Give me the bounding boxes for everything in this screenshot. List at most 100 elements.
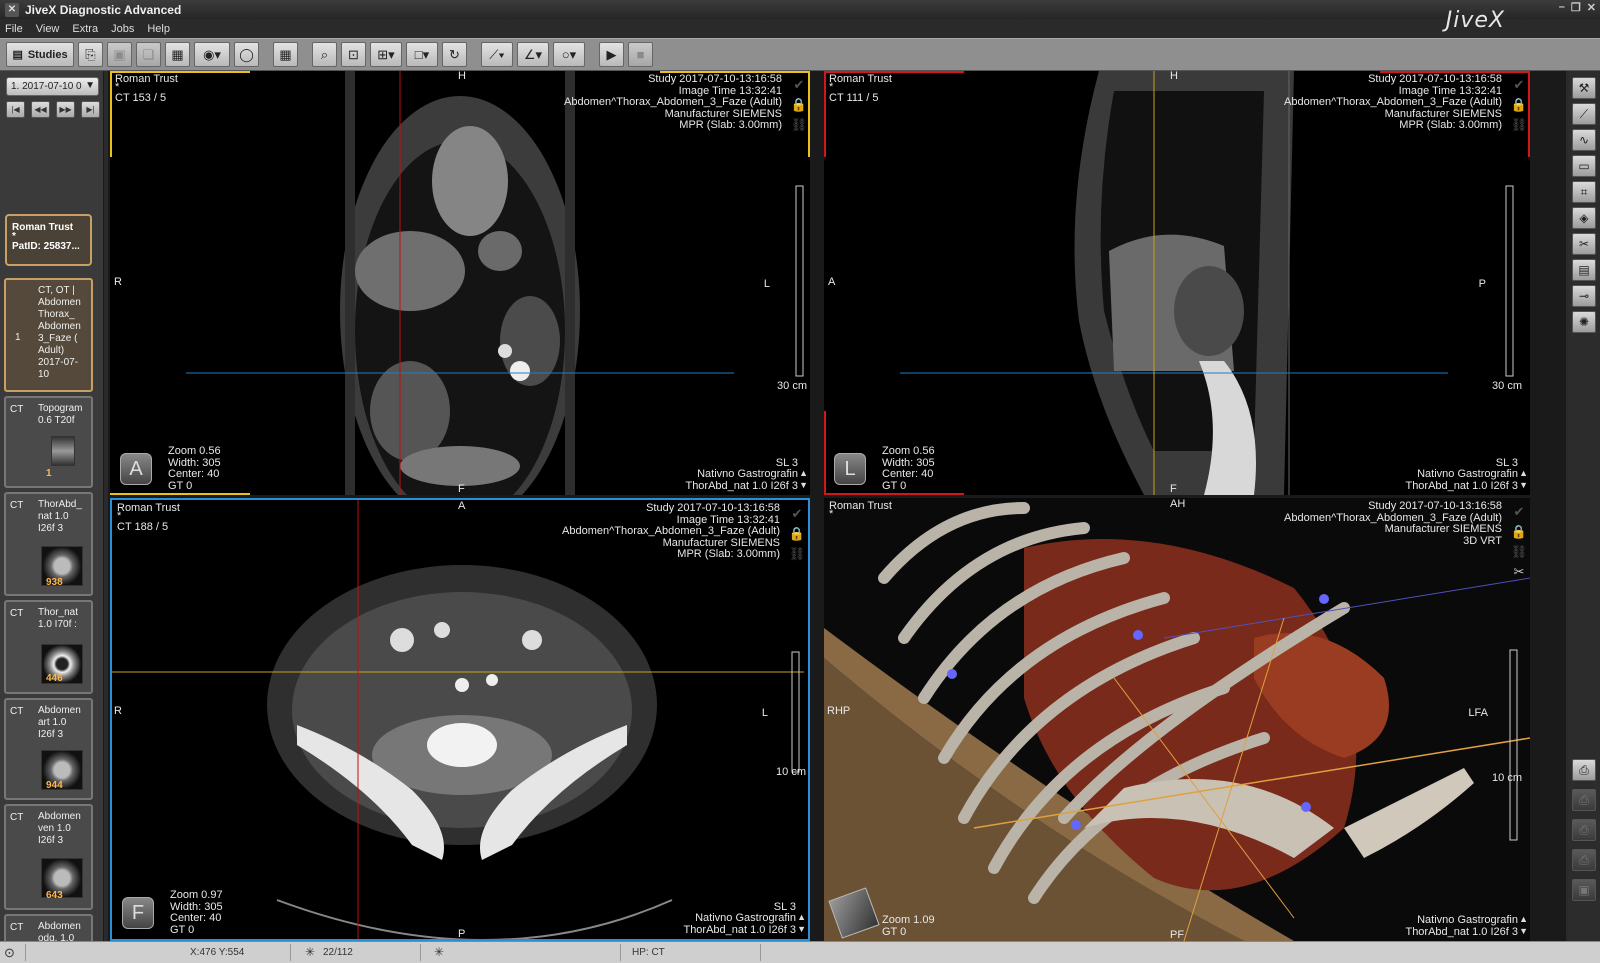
report-button[interactable]: ▦: [165, 42, 190, 67]
grid-icon: ▦: [279, 46, 292, 62]
slice-stepper[interactable]: ▲ ▼: [799, 467, 808, 491]
last-study-button[interactable]: ▶|: [81, 101, 100, 118]
link-icon[interactable]: ⛓: [1511, 117, 1528, 133]
measure-line-button[interactable]: ⟋▾: [481, 42, 513, 67]
orientation-icon[interactable]: L: [834, 453, 866, 485]
overlay-patient-name: Roman Trust: [115, 73, 178, 85]
zoom-button[interactable]: ⌕: [312, 42, 337, 67]
viewport-sagittal[interactable]: Roman Trust * CT 111 / 5 Study 2017-07-1…: [824, 71, 1530, 495]
scissors-icon[interactable]: ✂: [1514, 564, 1525, 580]
check-icon[interactable]: ✔: [794, 77, 805, 93]
lock-icon[interactable]: 🔒: [1511, 524, 1527, 540]
lock-icon[interactable]: 🔒: [791, 97, 807, 113]
up-icon[interactable]: ▲: [797, 911, 806, 923]
study-entry[interactable]: 1 CT, OT | Abdomen Thorax_ Abdomen 3_Faz…: [4, 278, 93, 392]
next-study-button[interactable]: ▶▶: [56, 101, 75, 118]
down-icon[interactable]: ▼: [799, 479, 808, 491]
axial-ct-image: [112, 500, 804, 939]
series-image-count: 938: [46, 577, 63, 588]
lock-icon[interactable]: 🔒: [789, 526, 805, 542]
stop-button[interactable]: ■: [628, 42, 653, 67]
slice-stepper[interactable]: ▲ ▼: [797, 911, 806, 935]
menu-file[interactable]: File: [5, 23, 23, 35]
viewport-coronal[interactable]: Roman Trust * CT 153 / 5 Study 2017-07-1…: [110, 71, 810, 495]
disabled-tool-button[interactable]: ⎙: [1572, 819, 1596, 841]
capture-tool-button[interactable]: ⎙: [1572, 759, 1596, 781]
slice-stepper[interactable]: ▲ ▼: [1519, 913, 1528, 937]
slice-stepper[interactable]: ▲ ▼: [1519, 467, 1528, 491]
rotate-button[interactable]: ↻: [442, 42, 467, 67]
eye-icon: ◉▾: [203, 46, 221, 62]
up-icon[interactable]: ▲: [1519, 913, 1528, 925]
down-icon[interactable]: ▼: [1519, 479, 1528, 491]
patient-overlay: Roman Trust * CT 188 / 5: [117, 503, 180, 533]
first-study-button[interactable]: |◀: [6, 101, 25, 118]
series-item[interactable]: CT Topogram 0.6 T20f 1: [4, 396, 93, 488]
zoom-overlay: Zoom 1.09 GT 0: [882, 914, 935, 938]
series-item[interactable]: CT Abdomen art 1.0 I26f 3 944: [4, 698, 93, 800]
close-icon[interactable]: ✕: [1587, 1, 1596, 14]
series-description: ThorAbd_ nat 1.0 I26f 3: [38, 499, 82, 534]
export-button[interactable]: ⎘: [78, 42, 103, 67]
patient-name: Roman Trust: [12, 222, 74, 233]
studies-button[interactable]: ▤ Studies: [6, 42, 74, 67]
right-toolbar: ⚒ ⟋ ∿ ▭ ⌗ ◈ ✂ ▤ ⊸ ✺ ⎙ ⎙ ⎙ ⎙ ▣: [1568, 71, 1600, 941]
ruler-tool-button[interactable]: ⟋: [1572, 103, 1596, 125]
series-item[interactable]: CT ThorAbd_ nat 1.0 I26f 3 938: [4, 492, 93, 596]
patient-card[interactable]: Roman Trust * PatID: 25837...: [5, 214, 92, 266]
up-icon[interactable]: ▲: [1519, 467, 1528, 479]
measure-angle-button[interactable]: ∠▾: [517, 42, 549, 67]
link-icon[interactable]: ⛓: [791, 117, 808, 133]
save-button[interactable]: ▣: [107, 42, 132, 67]
menu-help[interactable]: Help: [147, 23, 170, 35]
orientation-icon[interactable]: F: [122, 897, 154, 929]
link-icon[interactable]: ⛓: [789, 546, 806, 562]
study-date-select[interactable]: 1. 2017-07-10 0 ▼: [6, 77, 99, 96]
check-icon[interactable]: ✔: [1514, 77, 1525, 93]
menu-extra[interactable]: Extra: [72, 23, 98, 35]
roi-button[interactable]: ○▾: [553, 42, 585, 67]
scissors-tool-button[interactable]: ✂: [1572, 233, 1596, 255]
disabled-tool-button[interactable]: ▣: [1572, 879, 1596, 901]
disabled-tool-button[interactable]: ⎙: [1572, 789, 1596, 811]
orientation-icon[interactable]: A: [120, 453, 152, 485]
prev-study-button[interactable]: ◀◀: [31, 101, 50, 118]
down-icon[interactable]: ▼: [797, 923, 806, 935]
viewport-axial[interactable]: Roman Trust * CT 188 / 5 Study 2017-07-1…: [110, 498, 810, 941]
menu-view[interactable]: View: [36, 23, 60, 35]
lock-icon[interactable]: 🔒: [1511, 97, 1527, 113]
layout-button[interactable]: ▦: [273, 42, 298, 67]
play-button[interactable]: ▶: [599, 42, 624, 67]
curve-tool-button[interactable]: ∿: [1572, 129, 1596, 151]
probe-tool-button[interactable]: ⊸: [1572, 285, 1596, 307]
down-icon[interactable]: ▼: [1519, 925, 1528, 937]
check-icon[interactable]: ✔: [1514, 504, 1525, 520]
disabled-tool-button[interactable]: ⎙: [1572, 849, 1596, 871]
maximize-icon[interactable]: ❐: [1571, 1, 1581, 14]
viewport-3d-vrt[interactable]: Roman Trust * Study 2017-07-10-13:16:58 …: [824, 498, 1530, 941]
orientation-bottom: F: [1170, 483, 1177, 495]
speech-bubble-icon: ◯: [239, 46, 254, 62]
series-item[interactable]: CT Abdomen ven 1.0 I26f 3 643: [4, 804, 93, 910]
view-button[interactable]: ◉▾: [194, 42, 230, 67]
overlay-patient-name: Roman Trust: [117, 502, 180, 514]
link-icon[interactable]: ⛓: [1511, 544, 1528, 560]
menu-jobs[interactable]: Jobs: [111, 23, 134, 35]
orientation-right: LFA: [1468, 707, 1488, 719]
chart-tool-button[interactable]: ▤: [1572, 259, 1596, 281]
up-icon[interactable]: ▲: [799, 467, 808, 479]
window-level-button[interactable]: □▾: [406, 42, 438, 67]
viewport-side-controls: ✔ 🔒 ⛓ ✂: [1510, 504, 1528, 580]
tiling-button[interactable]: ⊞▾: [370, 42, 402, 67]
preset-tool-button[interactable]: ✺: [1572, 311, 1596, 333]
layout-tool-button[interactable]: ▭: [1572, 155, 1596, 177]
minimize-icon[interactable]: –: [1559, 1, 1565, 14]
copy-button[interactable]: ❏: [136, 42, 161, 67]
hammer-tool-button[interactable]: ⚒: [1572, 77, 1596, 99]
comment-button[interactable]: ◯: [234, 42, 259, 67]
zoom-fit-button[interactable]: ⊡: [341, 42, 366, 67]
series-item[interactable]: CT Thor_nat 1.0 I70f : 446: [4, 600, 93, 694]
crop-tool-button[interactable]: ⌗: [1572, 181, 1596, 203]
check-icon[interactable]: ✔: [792, 506, 803, 522]
cube-tool-button[interactable]: ◈: [1572, 207, 1596, 229]
